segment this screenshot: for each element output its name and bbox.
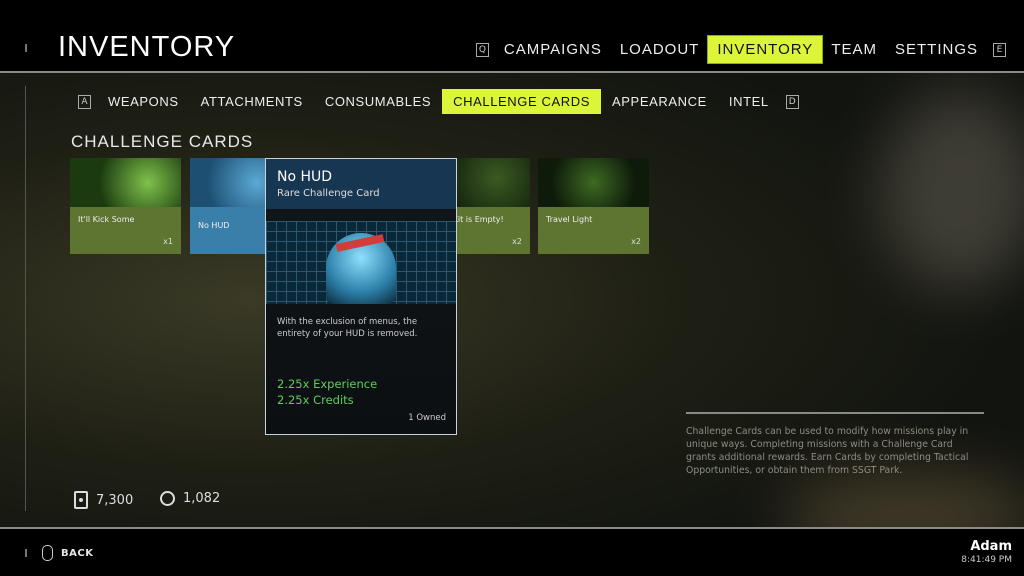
- subtab-attachments[interactable]: ATTACHMENTS: [190, 89, 314, 114]
- subtab-appearance[interactable]: APPEARANCE: [601, 89, 718, 114]
- key-hint-d: D: [785, 94, 799, 109]
- key-hint-e: E: [993, 42, 1006, 57]
- cards-amount: 7,300: [96, 492, 134, 508]
- card-art: [266, 221, 456, 304]
- sub-nav: A WEAPONS ATTACHMENTS CONSUMABLES CHALLE…: [72, 89, 805, 114]
- card-count: x2: [512, 237, 522, 246]
- owned-count: 1 Owned: [408, 413, 446, 423]
- mouse-icon: [42, 545, 53, 561]
- key-hint-q: Q: [475, 42, 489, 57]
- info-text: Challenge Cards can be used to modify ho…: [686, 412, 984, 477]
- card-currency-icon: [74, 491, 88, 509]
- bottom-bar: [0, 527, 1024, 576]
- card-count: x2: [631, 237, 641, 246]
- tab-team[interactable]: TEAM: [822, 36, 886, 63]
- username: Adam: [970, 539, 1012, 554]
- card-art: [538, 158, 649, 207]
- back-button[interactable]: BACK: [42, 545, 93, 561]
- divider: [25, 44, 27, 52]
- page-title: INVENTORY: [58, 31, 236, 63]
- key-hint-a: A: [78, 94, 91, 109]
- reward-credits: 2.25x Credits: [277, 393, 354, 407]
- subtab-weapons[interactable]: WEAPONS: [97, 89, 190, 114]
- card-art: [70, 158, 181, 207]
- detail-title: No HUD: [277, 169, 333, 185]
- detail-description: With the exclusion of menus, the entiret…: [277, 317, 418, 339]
- credits-amount: 1,082: [183, 491, 221, 506]
- challenge-card[interactable]: It'll Kick Some x1: [70, 158, 181, 254]
- main-nav: Q CAMPAIGNS LOADOUT INVENTORY TEAM SETTI…: [470, 36, 1012, 63]
- card-detail-popup: No HUD Rare Challenge Card With the excl…: [265, 158, 457, 435]
- top-bar: INVENTORY Q CAMPAIGNS LOADOUT INVENTORY …: [0, 0, 1024, 73]
- tab-campaigns[interactable]: CAMPAIGNS: [495, 36, 611, 63]
- subtab-consumables[interactable]: CONSUMABLES: [314, 89, 442, 114]
- subtab-intel[interactable]: INTEL: [718, 89, 780, 114]
- card-count: x1: [163, 237, 173, 246]
- currency-credits: 1,082: [160, 491, 220, 506]
- reward-experience: 2.25x Experience: [277, 377, 378, 391]
- back-label: BACK: [61, 547, 94, 559]
- background-blur: [880, 90, 1024, 290]
- challenge-card[interactable]: Travel Light x2: [538, 158, 649, 254]
- tab-inventory[interactable]: INVENTORY: [708, 36, 823, 63]
- section-title: CHALLENGE CARDS: [71, 132, 254, 151]
- divider: [25, 549, 27, 557]
- side-rail: [25, 86, 26, 511]
- subtab-challenge-cards[interactable]: CHALLENGE CARDS: [442, 89, 601, 114]
- clock: 8:41:49 PM: [961, 555, 1012, 565]
- user-info: Adam 8:41:49 PM: [961, 539, 1012, 565]
- currency-cards: 7,300: [74, 491, 133, 509]
- card-name: It'll Kick Some: [78, 215, 135, 224]
- credits-icon: [160, 491, 175, 506]
- card-name: No HUD: [198, 221, 230, 230]
- tab-settings[interactable]: SETTINGS: [886, 36, 987, 63]
- detail-subtitle: Rare Challenge Card: [277, 188, 380, 199]
- card-name: Travel Light: [546, 215, 593, 224]
- tab-loadout[interactable]: LOADOUT: [611, 36, 709, 63]
